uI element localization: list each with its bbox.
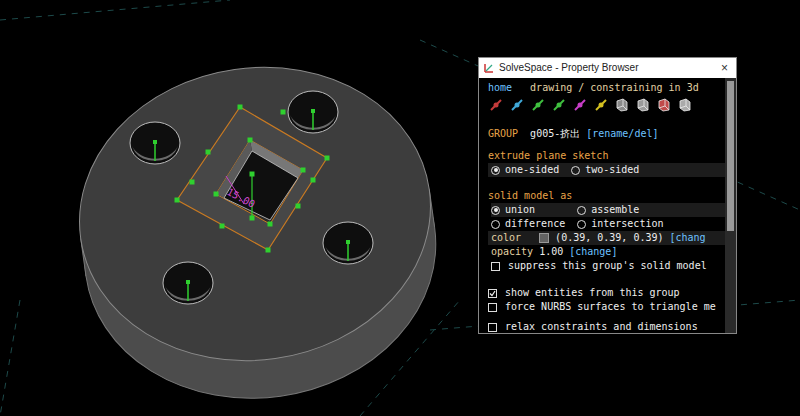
radio-option[interactable]: one-sided bbox=[491, 163, 571, 177]
tool-icon[interactable] bbox=[509, 97, 525, 113]
hole[interactable] bbox=[130, 122, 180, 164]
radio-icon bbox=[571, 166, 580, 175]
tool-icon[interactable] bbox=[593, 97, 609, 113]
scroll-thumb[interactable] bbox=[727, 81, 734, 231]
tool-icon[interactable] bbox=[656, 97, 672, 113]
radio-icon bbox=[491, 166, 500, 175]
solid-options: unionassembledifferenceintersection bbox=[488, 203, 725, 231]
checkbox-icon bbox=[488, 323, 497, 332]
nav-row: home drawing / constraining in 3d bbox=[488, 81, 725, 95]
disk bbox=[60, 45, 455, 416]
tool-icon[interactable] bbox=[677, 97, 693, 113]
rename-link[interactable]: [rename/del] bbox=[586, 127, 658, 141]
group-row: GROUPg005-挤出[rename/del] bbox=[488, 127, 725, 141]
checkbox-icon bbox=[488, 289, 497, 298]
tool-icon[interactable] bbox=[488, 97, 504, 113]
checkbox-row[interactable]: suppress this group's solid model bbox=[491, 259, 725, 273]
context-label: drawing / constraining in 3d bbox=[530, 81, 699, 95]
radio-option[interactable]: assemble bbox=[577, 203, 725, 217]
checkbox-icon bbox=[491, 262, 500, 271]
checkbox-row[interactable]: relax constraints and dimensions bbox=[488, 320, 725, 333]
change-opacity-link[interactable]: [change] bbox=[569, 245, 617, 259]
group-name: g005-挤出 bbox=[530, 127, 580, 141]
tool-icon[interactable] bbox=[614, 97, 630, 113]
title-bar[interactable]: SolveSpace - Property Browser× bbox=[479, 58, 736, 78]
solvespace-screen: 15.00 SolveSpace - Property Browser× home d… bbox=[0, 0, 800, 416]
hole[interactable] bbox=[288, 91, 338, 133]
radio-option[interactable]: intersection bbox=[577, 217, 725, 231]
radio-option[interactable]: union bbox=[491, 203, 577, 217]
tool-icon[interactable] bbox=[530, 97, 546, 113]
color-row: color(0.39, 0.39, 0.39)[chang bbox=[488, 231, 725, 245]
tool-icon[interactable] bbox=[635, 97, 651, 113]
checkbox-icon bbox=[488, 303, 497, 312]
property-browser: SolveSpace - Property Browser× home drawin… bbox=[478, 57, 737, 334]
radio-option[interactable]: difference bbox=[491, 217, 577, 231]
app-icon bbox=[484, 63, 494, 73]
checkbox-row[interactable]: show entities from this group bbox=[488, 286, 725, 300]
section-heading: extrude plane sketch bbox=[488, 149, 725, 163]
radio-icon bbox=[577, 220, 586, 229]
dimension-label[interactable]: 15.00 bbox=[225, 186, 257, 210]
color-swatch[interactable] bbox=[539, 233, 549, 243]
square-boss[interactable]: 15.00 bbox=[175, 105, 330, 253]
section-heading: solid model as bbox=[488, 189, 725, 203]
tool-icon[interactable] bbox=[551, 97, 567, 113]
opacity-row: opacity1.00[change] bbox=[488, 245, 725, 259]
close-button[interactable]: × bbox=[718, 61, 731, 75]
radio-icon bbox=[577, 206, 586, 215]
radio-icon bbox=[491, 206, 500, 215]
home-link[interactable]: home bbox=[488, 81, 512, 95]
hole[interactable] bbox=[163, 262, 213, 304]
scrollbar[interactable] bbox=[725, 78, 736, 333]
checkbox-row[interactable]: force NURBS surfaces to triangle me bbox=[488, 300, 725, 314]
tool-icon[interactable] bbox=[572, 97, 588, 113]
toolbar bbox=[488, 97, 725, 113]
radio-option[interactable]: two-sided bbox=[571, 163, 651, 177]
extrude-options: one-sidedtwo-sided bbox=[488, 163, 725, 177]
change-color-link[interactable]: [chang bbox=[669, 231, 705, 245]
hole[interactable] bbox=[323, 222, 373, 264]
radio-icon bbox=[491, 220, 500, 229]
